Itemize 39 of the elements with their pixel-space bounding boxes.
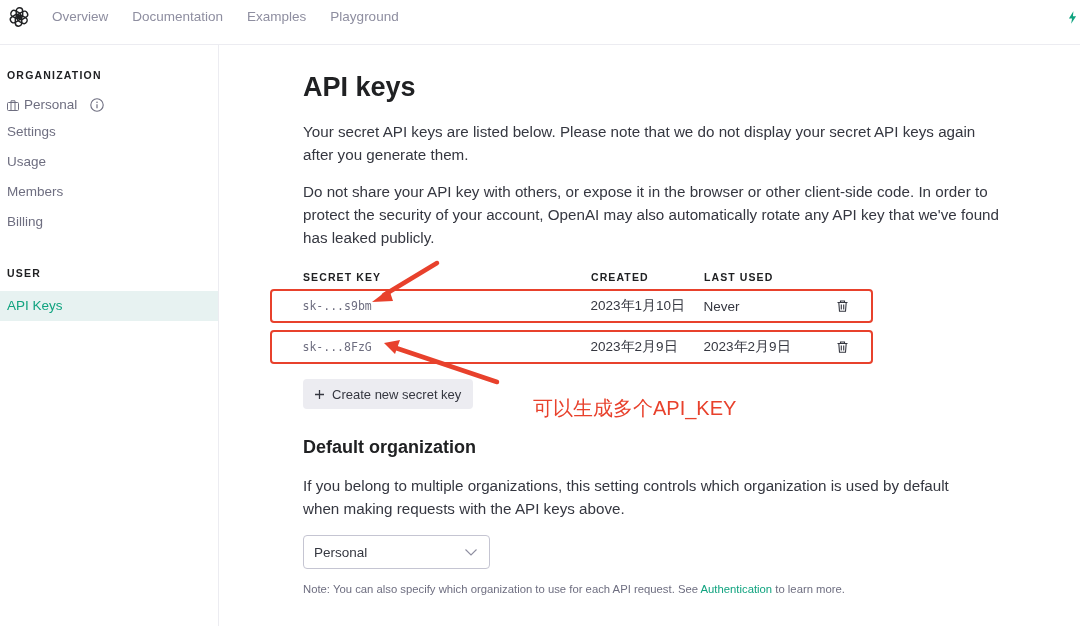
- trash-icon[interactable]: [836, 300, 848, 312]
- sidebar-item[interactable]: API Keys: [0, 291, 218, 321]
- last-used-cell-text: Never: [703, 298, 741, 314]
- plus-icon: [315, 389, 324, 399]
- secret-key-cell-text: sk-...s9bm: [302, 299, 373, 313]
- annotation-text: 可以生成多个API_KEY: [533, 396, 737, 421]
- organization-select[interactable]: Personal: [303, 535, 490, 569]
- trash-icon[interactable]: [836, 341, 848, 353]
- section-title: Default organization: [303, 436, 477, 459]
- sidebar-item[interactable]: Settings: [0, 117, 56, 147]
- authentication-link[interactable]: Authentication: [700, 583, 773, 595]
- sidebar-item[interactable]: Usage: [0, 147, 47, 177]
- description-text: If you belong to multiple organizations, this setting controls which organization is used by default when making requests with the API keys above.: [303, 475, 950, 519]
- secret-key-cell-text: sk-...8FzG: [302, 340, 373, 354]
- nav-link[interactable]: Examples: [247, 6, 307, 28]
- nav-link[interactable]: Playground: [330, 6, 399, 28]
- sidebar-heading: ORGANIZATION: [6, 68, 102, 82]
- created-date-cell-text: 2023年2月9日: [590, 338, 679, 356]
- column-header: SECRET KEY: [303, 270, 383, 283]
- sidebar-heading: USER: [6, 266, 41, 280]
- create-secret-key-button[interactable]: Create new secret key: [303, 379, 474, 409]
- sidebar-item[interactable]: Billing: [0, 207, 44, 237]
- nav-link[interactable]: Documentation: [132, 6, 224, 28]
- knot-logo-icon[interactable]: [8, 6, 30, 28]
- description-text: Do not share your API key with others, or expose it in the browser or other client-side code. In order to protect the security of your account, OpenAI may also automatically rotate any API key that we've found has leaked publicly.: [303, 181, 1000, 248]
- briefcase-icon: [7, 99, 19, 111]
- organization-item[interactable]: Personal: [0, 93, 78, 117]
- last-used-cell-text: 2023年2月9日: [703, 338, 792, 356]
- info-icon[interactable]: [90, 98, 105, 112]
- sidebar-item[interactable]: Members: [0, 177, 64, 207]
- nav-link[interactable]: Overview: [52, 6, 109, 28]
- page-title: API keys: [303, 71, 417, 104]
- note-text: Note: You can also specify which organization to use for each API request. See Authentication to learn more.: [303, 582, 846, 597]
- lightning-bolt-icon[interactable]: [1068, 11, 1077, 24]
- description-text: Your secret API keys are listed below. Please note that we do not display your secret API keys again after you generate them.: [303, 122, 977, 165]
- chevron-down-icon: [465, 548, 477, 556]
- created-date-cell-text: 2023年1月10日: [590, 297, 687, 315]
- column-header: LAST USED: [704, 270, 775, 283]
- column-header: CREATED: [591, 270, 650, 283]
